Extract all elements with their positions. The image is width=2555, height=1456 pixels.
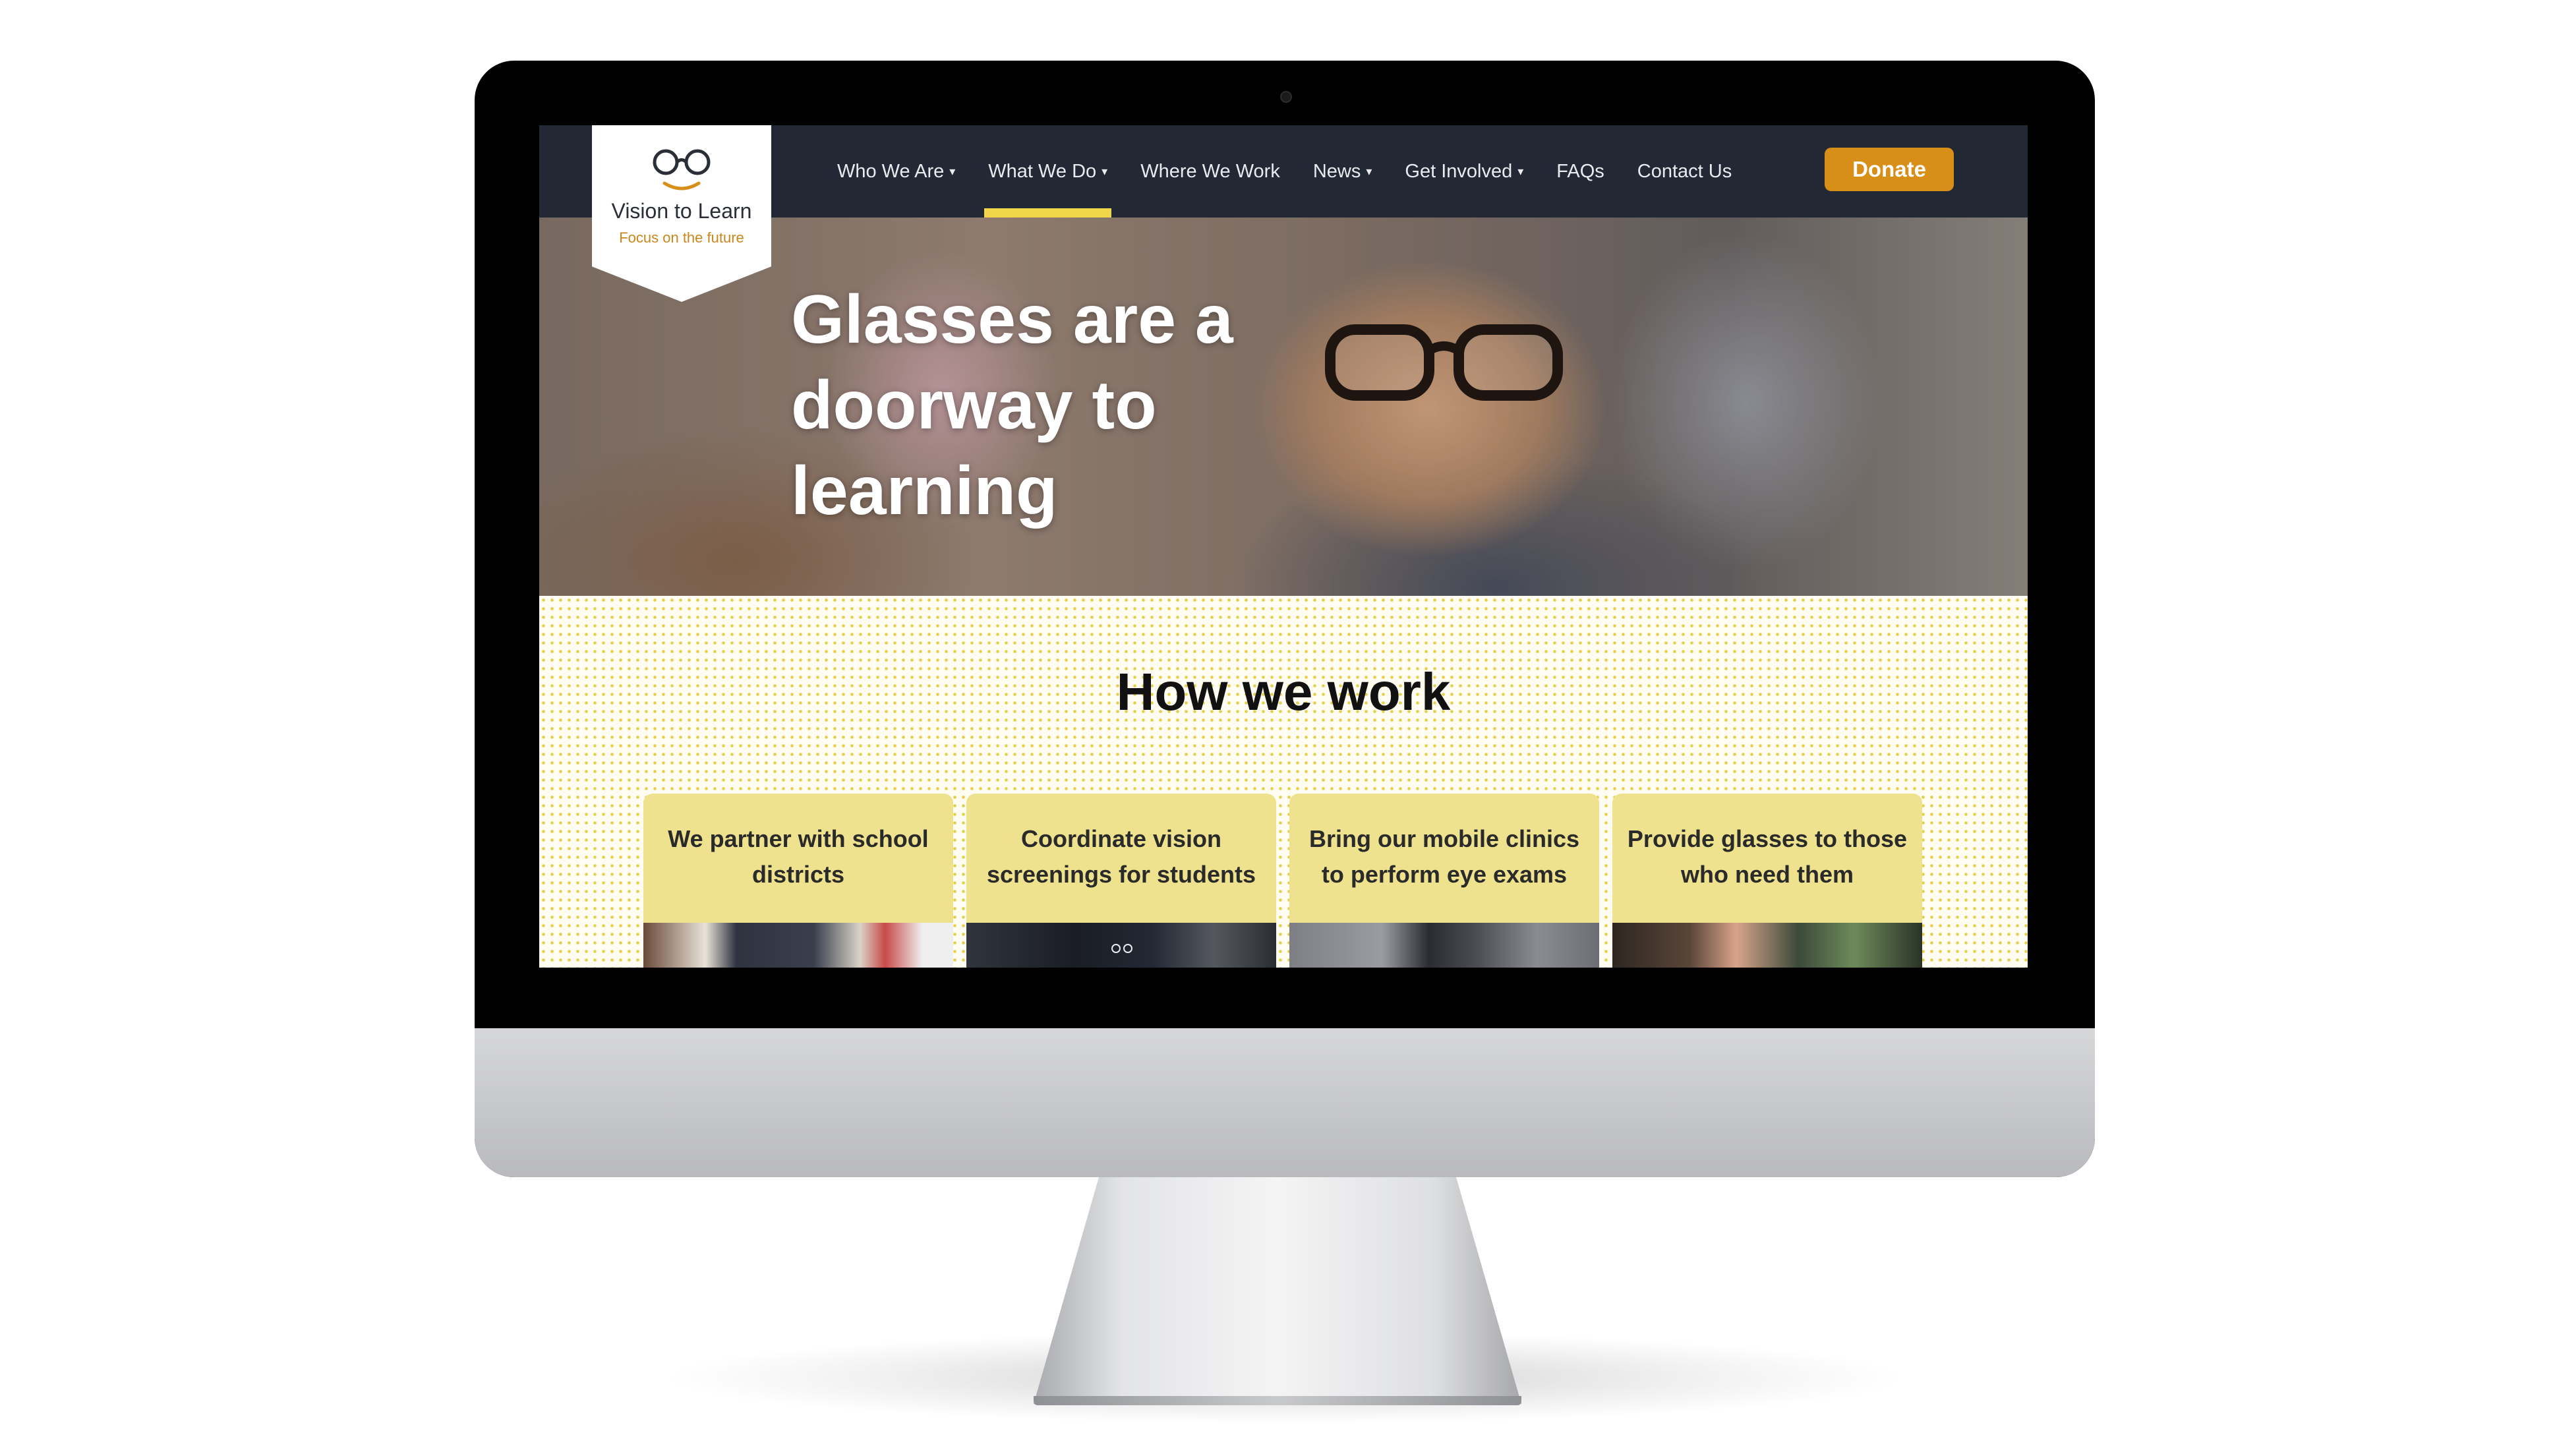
chevron-down-icon: ▾ [1366,165,1372,178]
browser-viewport: Vision to Learn Focus on the future Who … [539,125,2028,968]
section-heading: How we work [1116,662,1451,721]
card-partner-schools[interactable]: We partner with school districts [643,794,953,968]
nav-label: What We Do [988,160,1097,182]
main-menu: Who We Are ▾ What We Do ▾ Where We Work … [837,125,1732,218]
chevron-down-icon: ▾ [1517,165,1524,178]
nav-item-news[interactable]: News ▾ [1313,125,1372,218]
nav-label: FAQs [1556,160,1604,182]
hero-photo-overlay [539,218,2028,596]
logo-tagline: Focus on the future [619,229,744,246]
nav-item-faqs[interactable]: FAQs [1556,125,1604,218]
card-image [643,923,953,968]
nav-item-contact-us[interactable]: Contact Us [1637,125,1732,218]
chevron-down-icon: ▾ [949,165,956,178]
nav-item-who-we-are[interactable]: Who We Are ▾ [837,125,955,218]
site-logo[interactable]: Vision to Learn Focus on the future [592,125,771,302]
how-we-work-section: How we work We partner with school distr… [539,596,2028,968]
hero-heading: Glasses are a doorway to learning [791,281,1233,529]
monitor-stand-foot [1034,1396,1521,1405]
nav-label: Contact Us [1637,160,1732,182]
card-row: We partner with school districts Coordin… [643,794,1922,968]
nav-label: News [1312,160,1361,182]
glasses-smile-icon [653,149,711,190]
card-image [1289,923,1599,968]
nav-item-where-we-work[interactable]: Where We Work [1140,125,1280,218]
card-image [1612,923,1922,968]
card-vision-screenings[interactable]: Coordinate vision screenings for student… [966,794,1276,968]
card-title: Bring our mobile clinics to perform eye … [1308,825,1580,888]
hero-banner: Glasses are a doorway to learning [539,218,2028,596]
nav-label: Where We Work [1140,160,1280,182]
nav-label: Who We Are [837,160,945,182]
top-navigation: Vision to Learn Focus on the future Who … [539,125,2028,302]
chevron-down-icon: ▾ [1101,165,1108,178]
nav-item-what-we-do[interactable]: What We Do ▾ [984,125,1112,218]
nav-label: Get Involved [1405,160,1513,182]
card-title: Coordinate vision screenings for student… [986,825,1256,888]
glasses-icon [1111,944,1132,953]
logo-site-name: Vision to Learn [611,199,752,223]
card-title: We partner with school districts [668,825,929,888]
monitor-stand [1034,1167,1521,1404]
donate-button[interactable]: Donate [1825,148,1954,191]
card-mobile-clinics[interactable]: Bring our mobile clinics to perform eye … [1289,794,1599,968]
hero-photo-glasses [1325,324,1563,401]
monitor-chin [475,1028,2095,1177]
camera-icon [1280,91,1292,103]
card-title: Provide glasses to those who need them [1627,825,1908,888]
card-provide-glasses[interactable]: Provide glasses to those who need them [1612,794,1922,968]
nav-item-get-involved[interactable]: Get Involved ▾ [1405,125,1523,218]
